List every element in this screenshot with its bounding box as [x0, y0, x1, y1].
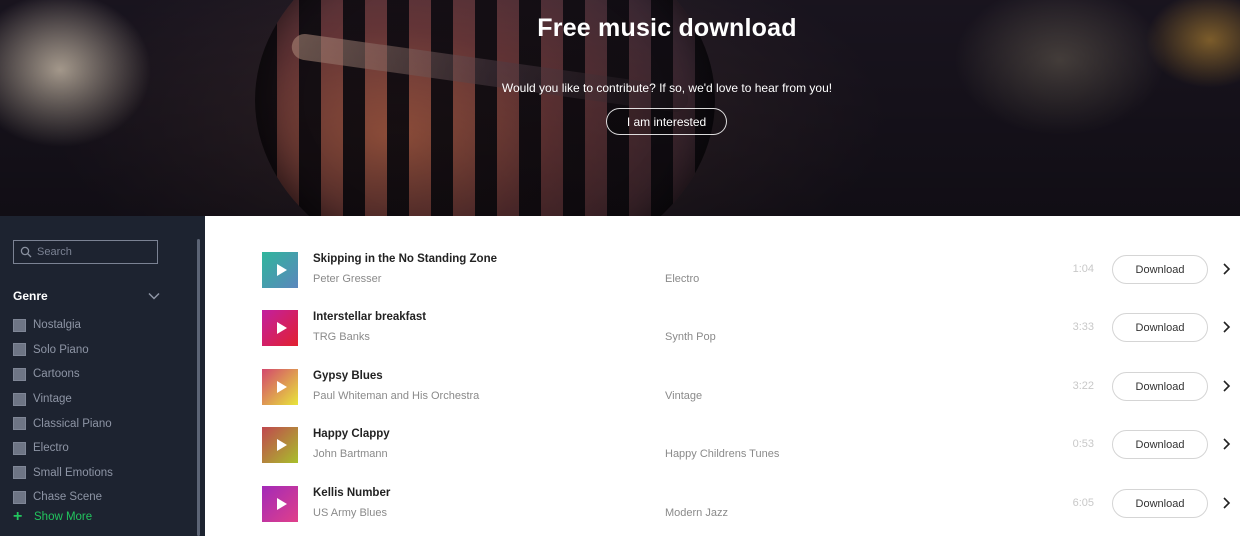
hero-subtitle: Would you like to contribute? If so, we'… — [501, 81, 833, 95]
track-duration: 3:22 — [1072, 380, 1094, 392]
download-button[interactable]: Download — [1112, 313, 1208, 342]
track-title[interactable]: Interstellar breakfast — [313, 311, 426, 323]
track-title[interactable]: Kellis Number — [313, 487, 390, 499]
genre-toggle[interactable]: Genre — [13, 288, 160, 304]
show-more-label: Show More — [34, 511, 93, 523]
chevron-right-icon[interactable] — [1220, 437, 1234, 451]
genre-item-electro[interactable]: Electro — [13, 436, 113, 461]
genre-label: Chase Scene — [33, 491, 103, 504]
track-duration: 0:53 — [1072, 438, 1094, 450]
sidebar: Genre Nostalgia Solo Piano Cartoons Vint… — [0, 216, 205, 536]
genre-label: Vintage — [33, 393, 72, 406]
genre-checkbox[interactable] — [13, 367, 26, 381]
hero-banner: Free music download Would you like to co… — [0, 0, 1240, 216]
track-genre: Happy Childrens Tunes — [665, 448, 780, 460]
genre-checkbox[interactable] — [13, 392, 26, 406]
genre-checkbox[interactable] — [13, 466, 26, 480]
download-button[interactable]: Download — [1112, 489, 1208, 518]
track-row: Kellis Number US Army Blues Modern Jazz … — [262, 486, 1240, 522]
track-duration: 3:33 — [1072, 321, 1094, 333]
genre-title: Genre — [13, 289, 48, 303]
show-more-link[interactable]: + Show More — [13, 508, 93, 525]
track-row: Interstellar breakfast TRG Banks Synth P… — [262, 310, 1240, 346]
chevron-right-icon[interactable] — [1220, 320, 1234, 334]
track-artist[interactable]: John Bartmann — [313, 448, 388, 460]
chevron-right-icon[interactable] — [1220, 262, 1234, 276]
genre-item-nostalgia[interactable]: Nostalgia — [13, 313, 113, 338]
genre-item-vintage[interactable]: Vintage — [13, 387, 113, 412]
track-row: Skipping in the No Standing Zone Peter G… — [262, 252, 1240, 288]
track-artist[interactable]: US Army Blues — [313, 507, 387, 519]
track-title[interactable]: Gypsy Blues — [313, 370, 383, 382]
plus-icon: + — [13, 508, 23, 525]
track-genre: Electro — [665, 273, 700, 285]
play-icon — [276, 498, 287, 510]
play-icon — [276, 322, 287, 334]
track-genre: Modern Jazz — [665, 507, 728, 519]
play-button[interactable] — [262, 427, 298, 463]
download-button[interactable]: Download — [1112, 372, 1208, 401]
track-duration: 1:04 — [1072, 263, 1094, 275]
genre-label: Nostalgia — [33, 319, 81, 332]
track-artist[interactable]: Peter Gresser — [313, 273, 381, 285]
genre-item-solo-piano[interactable]: Solo Piano — [13, 338, 113, 363]
track-title[interactable]: Happy Clappy — [313, 428, 390, 440]
genre-checkbox[interactable] — [13, 441, 26, 455]
download-button[interactable]: Download — [1112, 430, 1208, 459]
genre-label: Electro — [33, 442, 69, 455]
chevron-down-icon — [148, 292, 160, 300]
genre-item-classical-piano[interactable]: Classical Piano — [13, 411, 113, 436]
search-box[interactable] — [13, 240, 158, 264]
track-title[interactable]: Skipping in the No Standing Zone — [313, 253, 497, 265]
track-artist[interactable]: TRG Banks — [313, 331, 370, 343]
sidebar-scrollbar[interactable] — [197, 239, 200, 536]
genre-checkbox[interactable] — [13, 490, 26, 504]
play-icon — [276, 264, 287, 276]
track-row: Happy Clappy John Bartmann Happy Childre… — [262, 427, 1240, 463]
search-icon — [20, 246, 32, 258]
play-button[interactable] — [262, 252, 298, 288]
chevron-right-icon[interactable] — [1220, 496, 1234, 510]
track-genre: Vintage — [665, 390, 703, 402]
download-button[interactable]: Download — [1112, 255, 1208, 284]
interested-button[interactable]: I am interested — [606, 108, 727, 135]
search-input[interactable] — [37, 246, 155, 258]
track-duration: 6:05 — [1072, 497, 1094, 509]
genre-label: Small Emotions — [33, 466, 113, 479]
genre-item-small-emotions[interactable]: Small Emotions — [13, 461, 113, 486]
page-title: Free music download — [537, 14, 797, 42]
play-button[interactable] — [262, 369, 298, 405]
track-artist[interactable]: Paul Whiteman and His Orchestra — [313, 390, 479, 402]
play-icon — [276, 439, 287, 451]
genre-label: Classical Piano — [33, 417, 112, 430]
track-row: Gypsy Blues Paul Whiteman and His Orches… — [262, 369, 1240, 405]
genre-checkbox[interactable] — [13, 417, 26, 431]
track-genre: Synth Pop — [665, 331, 716, 343]
genre-checkbox[interactable] — [13, 343, 26, 357]
genre-checkbox[interactable] — [13, 318, 26, 332]
play-button[interactable] — [262, 486, 298, 522]
genre-item-chase-scene[interactable]: Chase Scene — [13, 485, 113, 510]
chevron-right-icon[interactable] — [1220, 379, 1234, 393]
genre-list: Nostalgia Solo Piano Cartoons Vintage Cl… — [13, 313, 113, 510]
genre-item-cartoons[interactable]: Cartoons — [13, 362, 113, 387]
play-button[interactable] — [262, 310, 298, 346]
genre-label: Solo Piano — [33, 343, 89, 356]
genre-label: Cartoons — [33, 368, 80, 381]
play-icon — [276, 381, 287, 393]
